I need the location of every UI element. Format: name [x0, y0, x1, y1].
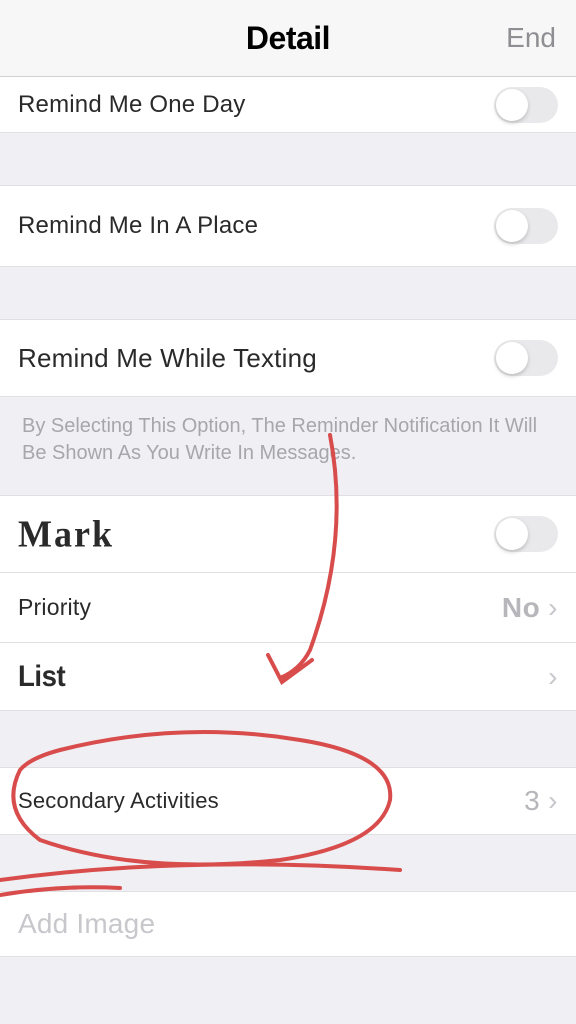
list-label: List	[18, 660, 65, 694]
add-image-label: Add Image	[18, 908, 155, 940]
remind-texting-label: Remind Me While Texting	[18, 343, 317, 374]
spacer	[0, 267, 576, 319]
priority-label: Priority	[18, 594, 91, 621]
secondary-activities-row[interactable]: Secondary Activities 3 ›	[0, 767, 576, 835]
remind-one-day-toggle[interactable]	[494, 87, 558, 123]
mark-row[interactable]: Mark	[0, 495, 576, 573]
chevron-icon: ›	[548, 661, 558, 693]
remind-one-day-row[interactable]: Remind Me One Day	[0, 77, 576, 133]
remind-place-toggle[interactable]	[494, 208, 558, 244]
spacer	[0, 835, 576, 891]
secondary-activities-label: Secondary Activities	[18, 788, 219, 814]
priority-value-text: No	[502, 592, 540, 624]
chevron-icon: ›	[548, 785, 558, 817]
end-button[interactable]: End	[506, 22, 556, 54]
remind-one-day-label: Remind Me One Day	[18, 91, 246, 119]
list-row[interactable]: List ›	[0, 643, 576, 711]
remind-texting-row[interactable]: Remind Me While Texting	[0, 319, 576, 397]
remind-place-label: Remind Me In A Place	[18, 212, 258, 240]
page-title: Detail	[246, 20, 330, 57]
chevron-icon: ›	[548, 592, 558, 624]
priority-row[interactable]: Priority No ›	[0, 573, 576, 643]
header: Detail End	[0, 0, 576, 77]
list-chevron: ›	[548, 661, 558, 693]
priority-value: No ›	[502, 592, 558, 624]
texting-note: By Selecting This Option, The Reminder N…	[0, 397, 576, 495]
mark-toggle[interactable]	[494, 516, 558, 552]
mark-label: Mark	[18, 512, 114, 556]
secondary-activities-value: 3 ›	[524, 785, 558, 817]
spacer	[0, 711, 576, 767]
add-image-row[interactable]: Add Image	[0, 891, 576, 957]
remind-texting-toggle[interactable]	[494, 340, 558, 376]
spacer	[0, 133, 576, 185]
secondary-count: 3	[524, 785, 540, 817]
remind-place-row[interactable]: Remind Me In A Place	[0, 185, 576, 267]
